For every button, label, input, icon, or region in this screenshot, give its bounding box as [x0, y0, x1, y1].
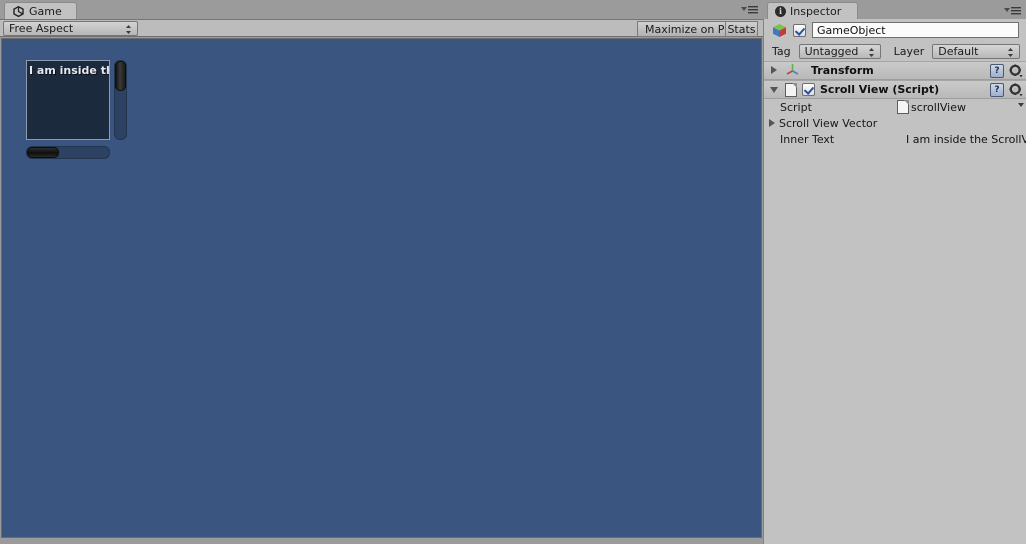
inspector-tabstrip: i Inspector: [763, 0, 1026, 19]
gear-icon[interactable]: [1009, 64, 1023, 78]
property-label-scroll-view-vector: Scroll View Vector: [779, 116, 878, 130]
foldout-arrow-icon[interactable]: [769, 65, 780, 76]
property-label-script: Script: [780, 100, 812, 114]
script-icon: [897, 100, 909, 114]
layer-value: Default: [938, 44, 979, 58]
unity-icon: [13, 5, 24, 17]
tag-value: Untagged: [804, 44, 859, 58]
property-label-inner-text: Inner Text: [780, 132, 835, 146]
scroll-view-vertical-scrollbar[interactable]: [114, 60, 127, 140]
tag-label: Tag: [772, 44, 791, 58]
vertical-scrollbar-thumb[interactable]: [115, 61, 126, 91]
aspect-ratio-value: Free Aspect: [9, 22, 74, 35]
inspector-panel: i Inspector GameObject Tag Untagged Laye…: [763, 0, 1026, 544]
transform-axis-icon: [785, 62, 800, 79]
gameobject-enabled-checkbox[interactable]: [793, 23, 806, 37]
scroll-view-inner-text: I am inside the: [29, 64, 109, 77]
tag-layer-row: Tag Untagged Layer Default: [764, 41, 1026, 61]
component-header-scroll-view[interactable]: Scroll View (Script) ?: [764, 80, 1026, 99]
component-header-icons: ?: [990, 83, 1023, 97]
updown-arrows-icon: [868, 47, 875, 58]
updown-arrows-icon: [1007, 47, 1014, 58]
property-value-inner-text[interactable]: I am inside the ScrollV: [897, 133, 1026, 146]
gameobject-name-field[interactable]: GameObject: [812, 22, 1019, 38]
tab-game-label: Game: [29, 4, 62, 18]
scroll-view-horizontal-scrollbar[interactable]: [26, 146, 110, 159]
property-row-inner-text: Inner Text I am inside the ScrollV: [764, 131, 1026, 147]
foldout-arrow-icon[interactable]: [767, 118, 778, 129]
tab-inspector[interactable]: i Inspector: [767, 2, 859, 19]
inner-text-field-value: I am inside the ScrollV: [906, 132, 1026, 146]
script-icon: [785, 82, 797, 97]
component-enabled-checkbox[interactable]: [802, 83, 815, 96]
object-field-script[interactable]: scrollView: [897, 100, 1026, 114]
imgui-scroll-view[interactable]: I am inside the: [26, 60, 127, 160]
property-value-script[interactable]: scrollView: [897, 100, 1026, 114]
help-icon[interactable]: ?: [990, 64, 1004, 78]
game-view-canvas[interactable]: I am inside the: [1, 38, 762, 538]
gear-icon[interactable]: [1009, 83, 1023, 97]
component-header-transform[interactable]: Transform ?: [764, 61, 1026, 80]
stats-button[interactable]: Stats: [725, 21, 758, 37]
property-row-scroll-view-vector[interactable]: Scroll View Vector: [764, 115, 1026, 131]
horizontal-scrollbar-thumb[interactable]: [27, 147, 59, 158]
gameobject-header: GameObject: [764, 19, 1026, 41]
property-label-scroll-view-vector-wrap: Scroll View Vector: [764, 117, 897, 130]
scroll-view-content: I am inside the: [26, 60, 110, 140]
tab-inspector-label: Inspector: [790, 4, 842, 18]
foldout-arrow-icon[interactable]: [769, 84, 780, 95]
component-title-transform: Transform: [811, 64, 874, 77]
info-icon: i: [775, 5, 786, 17]
inspector-body: GameObject Tag Untagged Layer Default Tr…: [763, 19, 1026, 544]
game-panel: Game Free Aspect Maximize on Play Stats …: [0, 0, 763, 544]
game-tabstrip: Game: [0, 0, 763, 19]
panel-menu-icon[interactable]: [1002, 4, 1022, 16]
game-toolbar: Free Aspect Maximize on Play Stats: [0, 19, 763, 37]
component-header-icons: ?: [990, 64, 1023, 78]
layer-label: Layer: [893, 44, 925, 58]
tag-dropdown[interactable]: Untagged: [798, 43, 881, 59]
aspect-ratio-dropdown[interactable]: Free Aspect: [3, 21, 138, 36]
tab-game[interactable]: Game: [4, 2, 77, 19]
component-title-scroll-view: Scroll View (Script): [820, 83, 940, 96]
layer-dropdown[interactable]: Default: [932, 43, 1021, 59]
updown-arrows-icon: [125, 24, 132, 35]
unity-editor-window: Game Free Aspect Maximize on Play Stats …: [0, 0, 1026, 544]
panel-menu-icon[interactable]: [739, 3, 759, 15]
object-field-value: scrollView: [911, 100, 967, 114]
property-row-script: Script scrollView: [764, 99, 1026, 115]
help-icon[interactable]: ?: [990, 83, 1004, 97]
cube-icon: [772, 23, 787, 38]
object-picker-icon[interactable]: [1018, 103, 1024, 107]
